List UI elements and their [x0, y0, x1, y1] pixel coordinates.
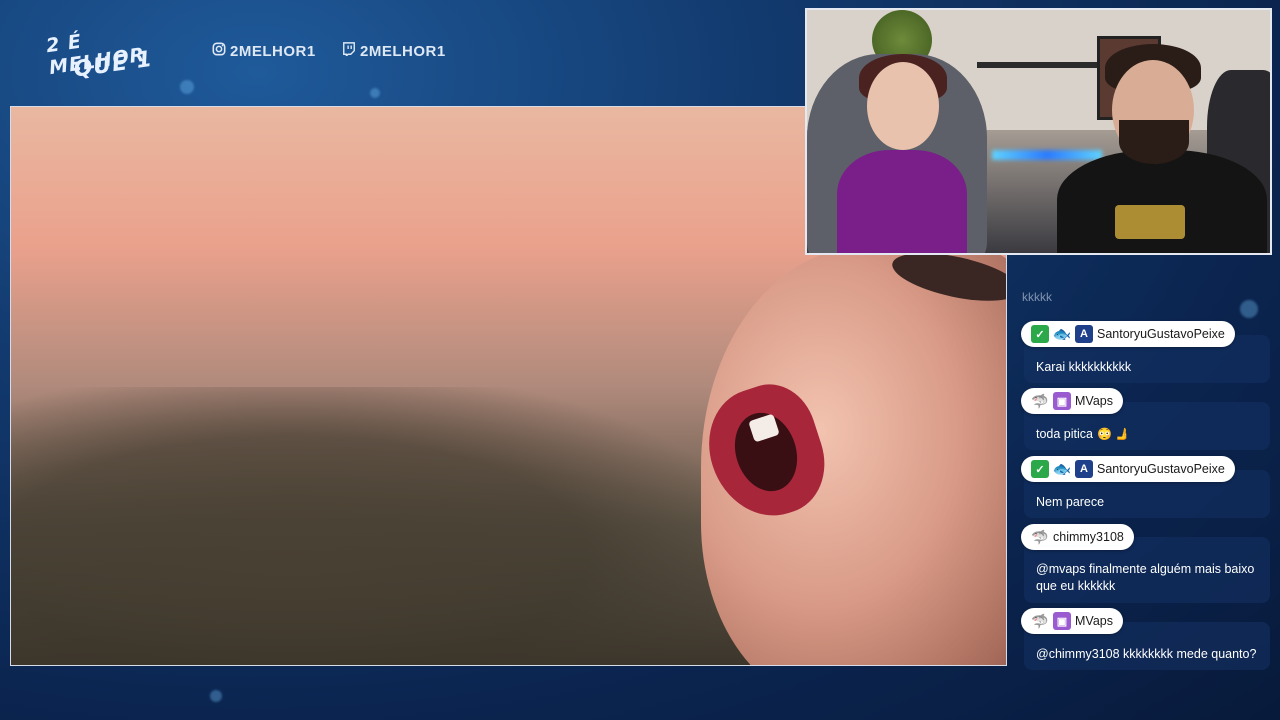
sword-badge-icon: ✓	[1031, 460, 1049, 478]
streamer-left-body	[837, 150, 967, 253]
twitch-handle: 2MELHOR1	[360, 42, 446, 60]
chat-username: MVaps	[1075, 394, 1113, 408]
background-sparkle	[180, 80, 194, 94]
chat-username: SantoryuGustavoPeixe	[1097, 327, 1225, 341]
video-background-blur	[11, 387, 711, 665]
streamer-right-shirt-logo	[1115, 205, 1185, 239]
chat-message-text: Karai kkkkkkkkkk	[1036, 360, 1132, 374]
webcam-shelf	[977, 62, 1097, 68]
a-badge-icon: A	[1075, 460, 1093, 478]
chat-username-pill[interactable]: ✓ 🐟 A SantoryuGustavoPeixe	[1021, 456, 1235, 482]
shark-badge-icon: 🦈	[1031, 392, 1049, 409]
shark-badge-icon: 🦈	[1031, 528, 1049, 545]
background-sparkle	[1240, 300, 1258, 318]
chat-username-pill[interactable]: 🦈 ▣ MVaps	[1021, 608, 1123, 634]
chat-message-text: toda pitica	[1036, 427, 1093, 441]
background-sparkle	[210, 690, 222, 702]
chat-username-pill[interactable]: 🦈 ▣ MVaps	[1021, 388, 1123, 414]
webcam-led-lights	[992, 150, 1102, 160]
shark-badge-icon: 🦈	[1031, 612, 1049, 629]
fish-badge-icon: 🐟	[1052, 326, 1072, 343]
channel-logo: 2 É MELHOR QUE 1	[40, 9, 189, 100]
chat-username: chimmy3108	[1053, 530, 1124, 544]
chat-message-text: @chimmy3108 kkkkkkkk mede quanto?	[1036, 647, 1257, 661]
streamer-right-body	[1057, 150, 1267, 253]
chat-username-pill[interactable]: 🦈 chimmy3108	[1021, 524, 1134, 550]
chat-message-text: @mvaps finalmente alguém mais baixo que …	[1036, 562, 1255, 593]
instagram-handle: 2MELHOR1	[230, 42, 316, 60]
fish-badge-icon: 🐟	[1052, 461, 1072, 478]
instagram-link[interactable]: 2MELHOR1	[212, 42, 316, 60]
instagram-icon	[212, 42, 226, 60]
background-sparkle	[370, 88, 380, 98]
streamer-left-head	[867, 62, 939, 150]
chat-message-text: Nem parece	[1036, 495, 1105, 509]
streamer-right-beard	[1119, 120, 1189, 164]
chat-username: MVaps	[1075, 614, 1113, 628]
chat-username-pill[interactable]: ✓ 🐟 A SantoryuGustavoPeixe	[1021, 321, 1235, 347]
gift-badge-icon: ▣	[1053, 612, 1071, 630]
chat-username: SantoryuGustavoPeixe	[1097, 462, 1225, 476]
twitch-icon	[342, 42, 356, 60]
gift-badge-icon: ▣	[1053, 392, 1071, 410]
webcam-feed	[805, 8, 1272, 255]
twitch-link[interactable]: 2MELHOR1	[342, 42, 446, 60]
chat-faded-message: kkkkk	[1022, 290, 1052, 304]
a-badge-icon: A	[1075, 325, 1093, 343]
chat-message-emoji: 😳 🫸	[1096, 427, 1131, 441]
sword-badge-icon: ✓	[1031, 325, 1049, 343]
